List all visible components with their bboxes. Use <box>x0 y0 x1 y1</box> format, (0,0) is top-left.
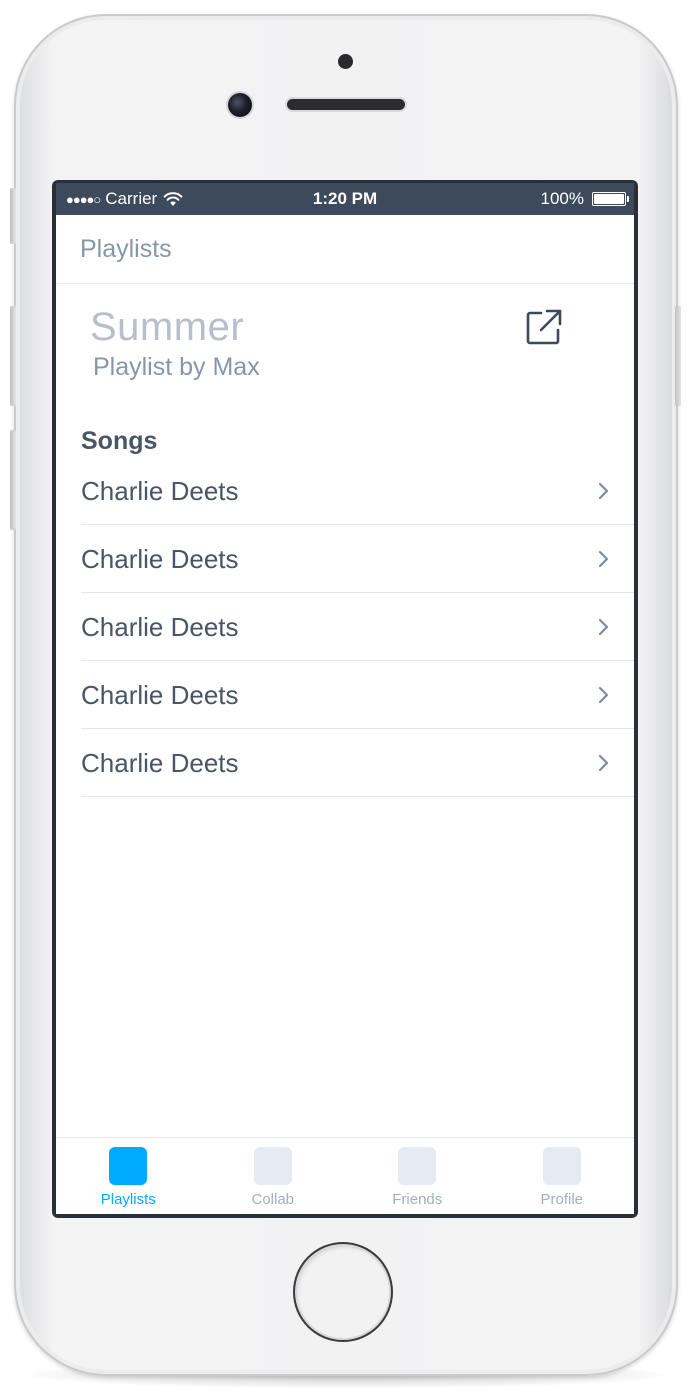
collab-tab-icon <box>253 1147 292 1185</box>
song-row[interactable]: Charlie Deets <box>81 729 634 797</box>
page: ●●●●○ Carrier 1:20 PM 100% Playlists Sum… <box>0 0 694 1392</box>
nav-title: Playlists <box>80 235 172 263</box>
song-row[interactable]: Charlie Deets <box>81 593 634 661</box>
volume-down-button <box>10 430 16 530</box>
tab-profile[interactable]: Profile <box>490 1138 635 1214</box>
playlist-title: Summer <box>90 305 245 349</box>
share-external-icon <box>526 309 562 345</box>
battery-percentage: 100% <box>540 189 584 208</box>
chevron-right-icon <box>598 686 609 704</box>
status-bar: ●●●●○ Carrier 1:20 PM 100% <box>56 183 634 215</box>
navigation-bar: Playlists <box>56 215 634 284</box>
song-title: Charlie Deets <box>81 680 239 710</box>
song-row[interactable]: Charlie Deets <box>81 661 634 729</box>
chevron-right-icon <box>598 550 609 568</box>
chevron-right-icon <box>598 754 609 772</box>
front-camera <box>228 93 252 117</box>
tab-playlists[interactable]: Playlists <box>56 1138 201 1214</box>
tab-collab[interactable]: Collab <box>201 1138 346 1214</box>
songs-section-header: Songs <box>81 427 158 455</box>
song-title: Charlie Deets <box>81 748 239 778</box>
tab-friends[interactable]: Friends <box>345 1138 490 1214</box>
battery-icon <box>592 192 629 206</box>
song-list: Charlie Deets Charlie Deets Charlie Deet… <box>81 457 634 797</box>
song-title: Charlie Deets <box>81 544 239 574</box>
proximity-sensor <box>338 54 353 69</box>
tab-label: Friends <box>392 1191 443 1208</box>
playlists-tab-icon <box>109 1147 147 1185</box>
tab-label: Profile <box>540 1191 584 1208</box>
song-row[interactable]: Charlie Deets <box>81 525 634 593</box>
tab-label: Playlists <box>100 1191 156 1208</box>
screen: ●●●●○ Carrier 1:20 PM 100% Playlists Sum… <box>56 183 634 1214</box>
share-button[interactable] <box>522 305 566 349</box>
chevron-right-icon <box>598 618 609 636</box>
earpiece-speaker <box>287 99 405 110</box>
home-button[interactable] <box>293 1242 393 1342</box>
friends-tab-icon <box>398 1147 436 1185</box>
chevron-right-icon <box>598 482 609 500</box>
profile-tab-icon <box>542 1147 581 1185</box>
mute-switch <box>10 188 16 244</box>
tab-bar: Playlists Collab Friends Profile <box>56 1137 634 1214</box>
playlist-subtitle: Playlist by Max <box>93 353 260 381</box>
song-title: Charlie Deets <box>81 612 239 642</box>
song-row[interactable]: Charlie Deets <box>81 457 634 525</box>
tab-label: Collab <box>251 1191 295 1208</box>
status-right: 100% <box>540 189 629 209</box>
song-title: Charlie Deets <box>81 476 239 506</box>
power-button <box>675 306 681 406</box>
volume-up-button <box>10 306 16 406</box>
